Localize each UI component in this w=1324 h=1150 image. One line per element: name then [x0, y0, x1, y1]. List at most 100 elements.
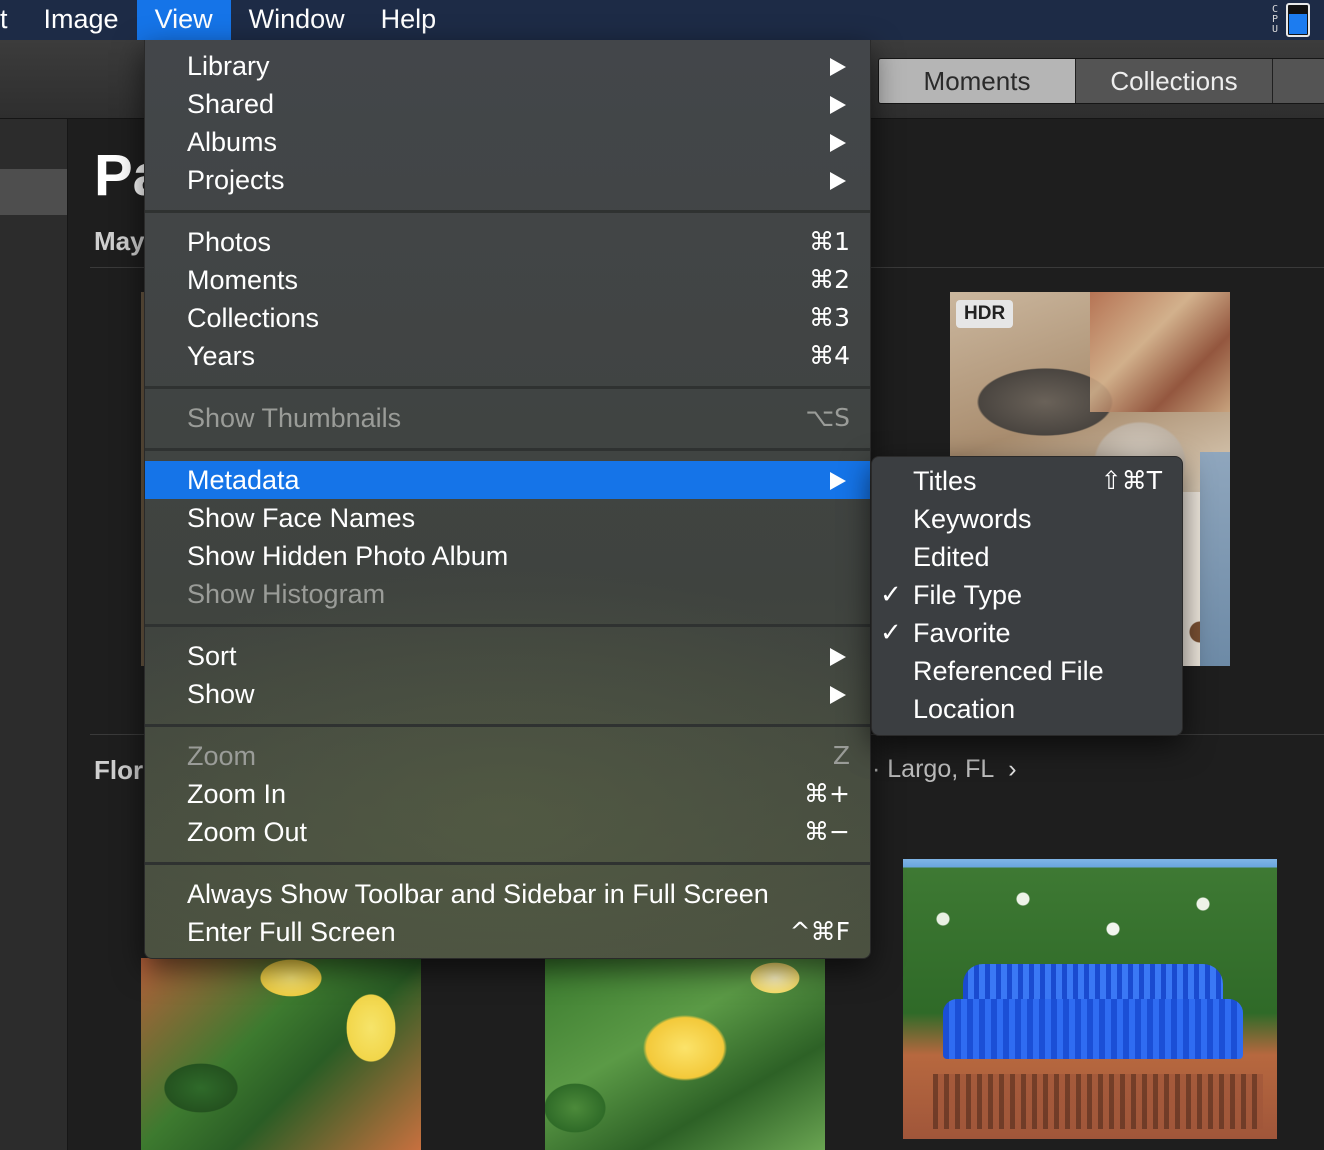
menu-item-sort[interactable]: Sort [145, 637, 870, 675]
moment-heading-2[interactable]: Flor [94, 755, 143, 786]
cpu-label: C P U [1270, 5, 1280, 35]
menu-item-projects[interactable]: Projects [145, 161, 870, 199]
cpu-gauge-fill [1289, 14, 1307, 34]
bench-shadow [933, 1074, 1263, 1129]
menu-item-label: Show [187, 679, 255, 709]
menu-item-label: Show Face Names [187, 503, 416, 533]
chevron-right-icon: › [1008, 755, 1017, 783]
menu-separator [145, 624, 870, 627]
menu-item-label: Shared [187, 89, 275, 119]
menu-item-label: Moments [187, 265, 299, 295]
cpu-label-u: U [1271, 24, 1279, 35]
menu-item-label: Years [187, 341, 256, 371]
menubar-item-view[interactable]: View [136, 0, 231, 40]
sidebar [0, 119, 68, 1150]
menubar-item-edit[interactable]: t [0, 0, 26, 40]
menu-item-label: Photos [187, 227, 272, 257]
menu-item-shortcut: ⌘1 [809, 227, 850, 256]
submenu-item-edited[interactable]: Edited [872, 538, 1182, 576]
submenu-arrow-icon [830, 648, 846, 666]
menu-item-label: Collections [187, 303, 320, 333]
submenu-arrow-icon [830, 134, 846, 152]
sidebar-selected-item[interactable] [0, 169, 67, 215]
menu-item-enter-full-screen[interactable]: Enter Full Screen ^⌘F [145, 913, 870, 951]
moment-heading-1[interactable]: May [94, 226, 145, 257]
submenu-item-label: Referenced File [913, 656, 1104, 686]
menu-item-shortcut: ⌘+ [804, 779, 850, 808]
menu-item-shortcut: ⌘− [804, 817, 850, 846]
metadata-submenu: Titles ⇧⌘T Keywords Edited ✓ File Type ✓ Fa… [871, 456, 1183, 736]
menu-separator [145, 724, 870, 727]
menu-item-label: Show Histogram [187, 579, 386, 609]
submenu-item-referenced-file[interactable]: Referenced File [872, 652, 1182, 690]
photo-thumbnail-bench[interactable] [903, 859, 1277, 1139]
tab-collections[interactable]: Collections [1076, 59, 1273, 103]
menu-bar: t Image View Window Help C P U [0, 0, 1324, 40]
menu-item-collections[interactable]: Collections ⌘3 [145, 299, 870, 337]
menu-item-show-thumbnails: Show Thumbnails ⌥S [145, 399, 870, 437]
tab-years[interactable] [1273, 59, 1324, 103]
menu-item-shared[interactable]: Shared [145, 85, 870, 123]
menu-item-shortcut: ⌘2 [809, 265, 850, 294]
menubar-item-help[interactable]: Help [363, 0, 455, 40]
photo-thumbnail-flower-2[interactable] [545, 958, 825, 1150]
menu-item-label: Library [187, 51, 270, 81]
submenu-item-shortcut: ⇧⌘T [1100, 466, 1162, 495]
cpu-meter[interactable]: C P U [1270, 0, 1324, 40]
menu-item-label: Albums [187, 127, 278, 157]
submenu-arrow-icon [830, 686, 846, 704]
menu-item-moments[interactable]: Moments ⌘2 [145, 261, 870, 299]
menu-item-zoom: Zoom Z [145, 737, 870, 775]
menu-item-photos[interactable]: Photos ⌘1 [145, 223, 870, 261]
location-label: Largo, FL [887, 755, 995, 783]
menu-separator [145, 210, 870, 213]
hdr-badge: HDR [956, 300, 1014, 328]
submenu-arrow-icon [830, 472, 846, 490]
checkmark-icon: ✓ [880, 618, 902, 648]
checkmark-icon: ✓ [880, 580, 902, 610]
menu-separator [145, 448, 870, 451]
photo-rug-region [1090, 292, 1230, 412]
submenu-item-location[interactable]: Location [872, 690, 1182, 728]
menu-item-metadata[interactable]: Metadata [145, 461, 870, 499]
submenu-arrow-icon [830, 58, 846, 76]
photo-tile-region [1200, 452, 1230, 666]
cpu-gauge-icon [1286, 3, 1310, 37]
submenu-item-file-type[interactable]: ✓ File Type [872, 576, 1182, 614]
photo-thumbnail-flower-1[interactable] [141, 958, 421, 1150]
menu-item-show-histogram: Show Histogram [145, 575, 870, 613]
menubar-item-window[interactable]: Window [231, 0, 363, 40]
submenu-item-label: File Type [913, 580, 1023, 610]
menu-item-years[interactable]: Years ⌘4 [145, 337, 870, 375]
menu-separator [145, 862, 870, 865]
menu-item-label: Enter Full Screen [187, 917, 396, 947]
menu-item-albums[interactable]: Albums [145, 123, 870, 161]
submenu-item-keywords[interactable]: Keywords [872, 500, 1182, 538]
menu-item-show-face-names[interactable]: Show Face Names [145, 499, 870, 537]
submenu-item-titles[interactable]: Titles ⇧⌘T [872, 462, 1182, 500]
menu-item-zoom-in[interactable]: Zoom In ⌘+ [145, 775, 870, 813]
menu-item-show[interactable]: Show [145, 675, 870, 713]
submenu-arrow-icon [830, 96, 846, 114]
view-menu: Library Shared Albums Projects Photos ⌘1 … [144, 40, 871, 959]
menu-item-shortcut: Z [832, 741, 850, 770]
submenu-item-favorite[interactable]: ✓ Favorite [872, 614, 1182, 652]
location-dot: · [872, 755, 888, 783]
submenu-item-label: Keywords [913, 504, 1032, 534]
tab-moments[interactable]: Moments [879, 59, 1076, 103]
menu-item-always-show-toolbar[interactable]: Always Show Toolbar and Sidebar in Full … [145, 875, 870, 913]
menu-item-show-hidden-photo-album[interactable]: Show Hidden Photo Album [145, 537, 870, 575]
menu-item-library[interactable]: Library [145, 47, 870, 85]
menu-item-shortcut: ⌥S [805, 403, 850, 432]
bench-seat [943, 999, 1243, 1059]
menubar-item-image[interactable]: Image [26, 0, 137, 40]
submenu-item-label: Titles [913, 466, 977, 496]
menu-item-label: Always Show Toolbar and Sidebar in Full … [187, 879, 769, 909]
menu-item-label: Show Thumbnails [187, 403, 402, 433]
menu-item-shortcut: ⌘4 [809, 341, 850, 370]
submenu-item-label: Edited [913, 542, 990, 572]
menu-item-zoom-out[interactable]: Zoom Out ⌘− [145, 813, 870, 851]
moment-location[interactable]: · Largo, FL › [872, 755, 1017, 784]
menu-item-label: Projects [187, 165, 285, 195]
menu-item-label: Zoom Out [187, 817, 308, 847]
